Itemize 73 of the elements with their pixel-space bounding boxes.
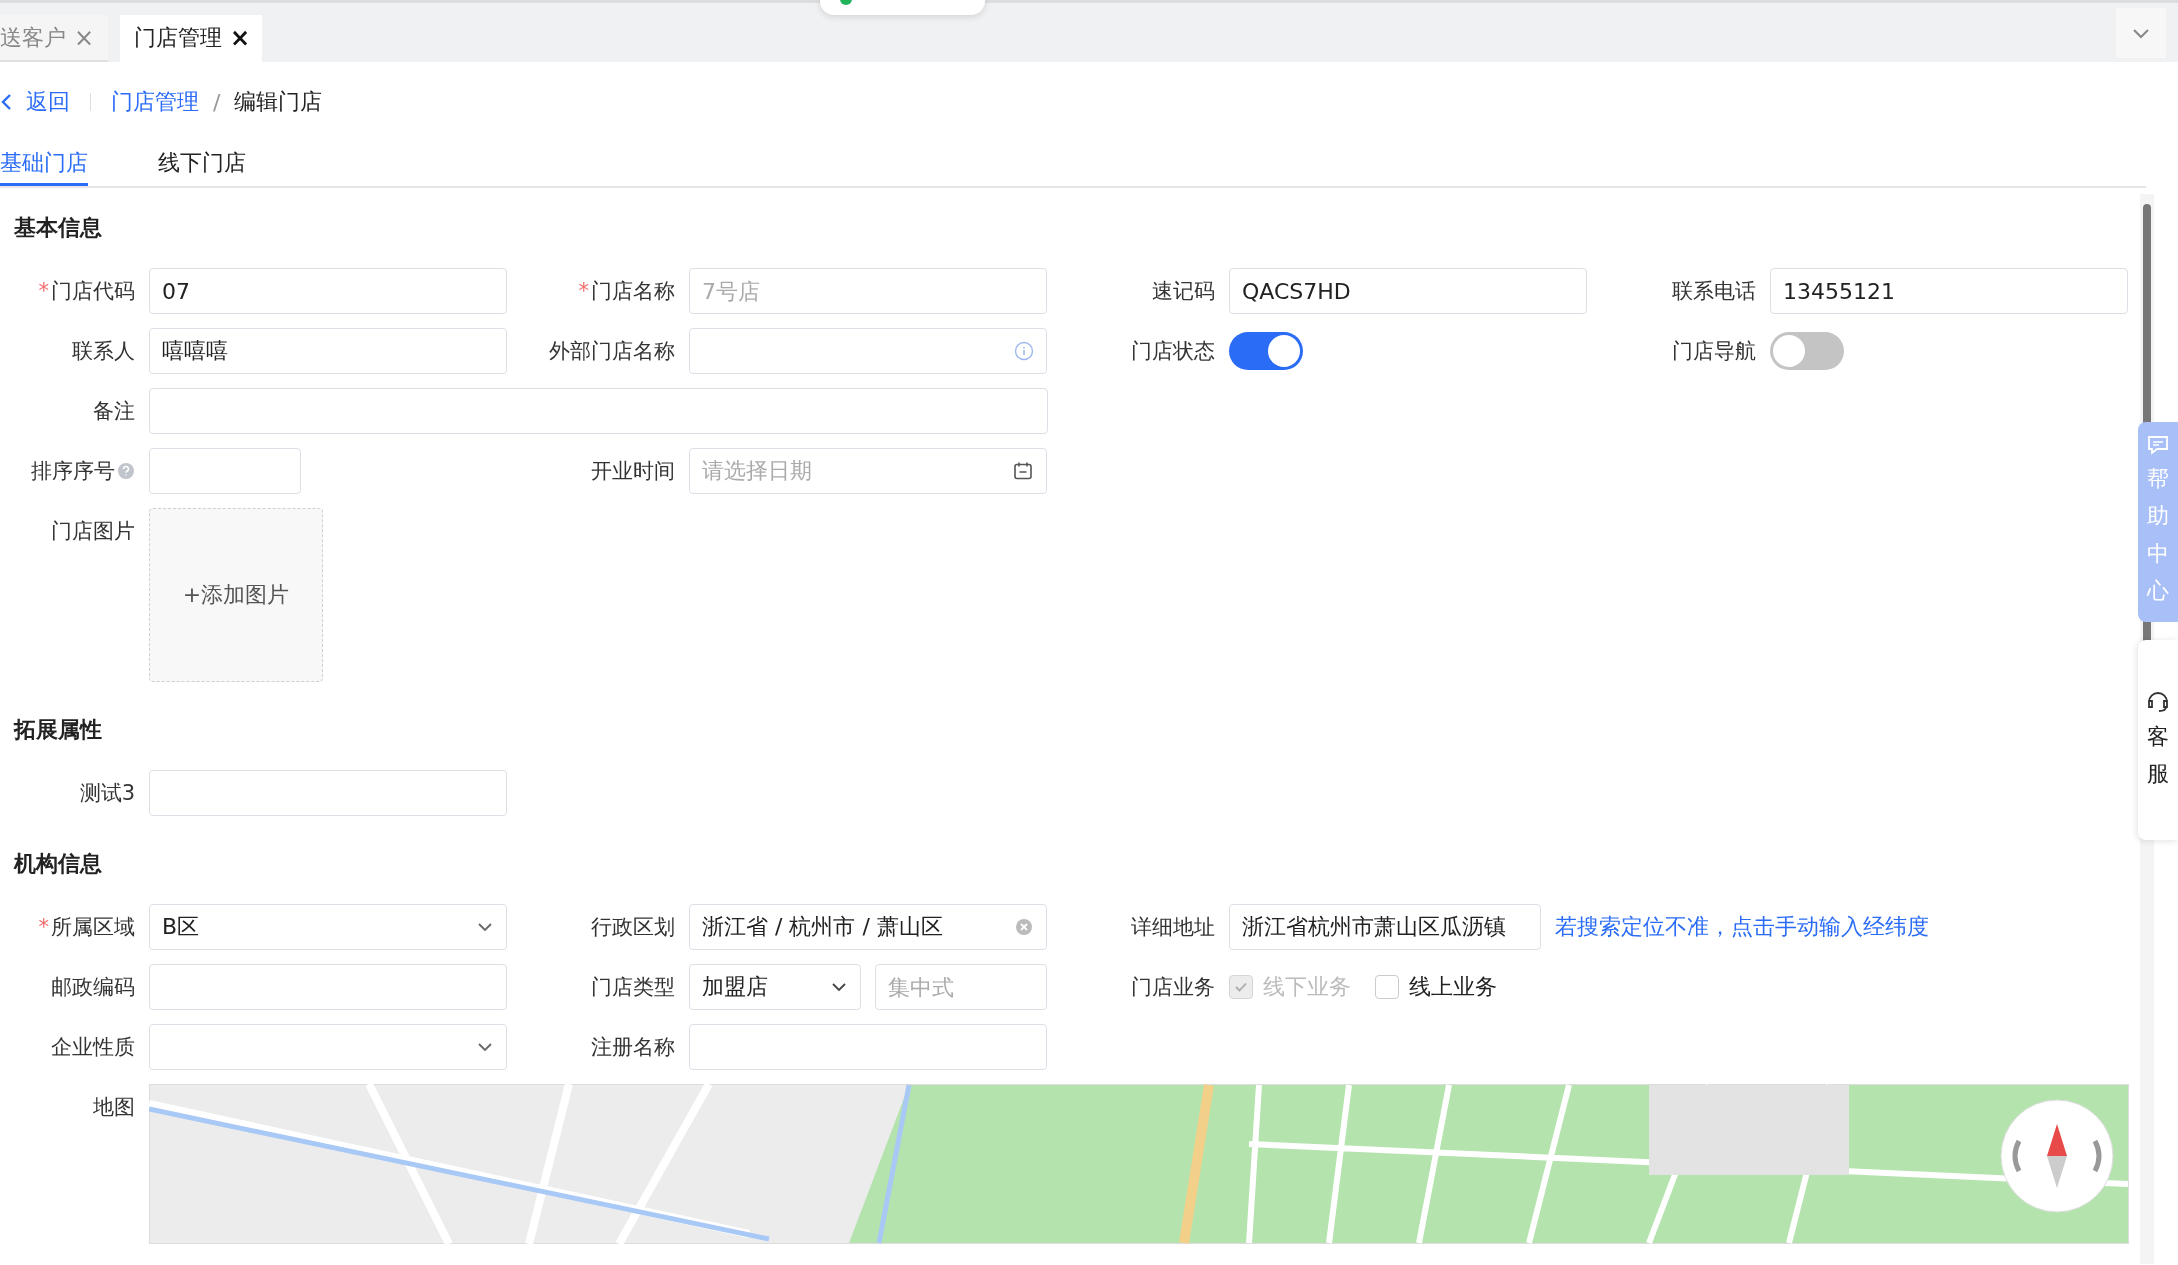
- select-field[interactable]: 加盟店: [689, 964, 861, 1010]
- close-icon[interactable]: ×: [230, 23, 251, 52]
- chevron-left-icon: [0, 93, 12, 111]
- field-label: 门店名称: [591, 278, 675, 305]
- back-link[interactable]: 返回: [0, 87, 70, 117]
- field-label: 门店图片: [51, 518, 135, 545]
- field-label: 门店类型: [591, 974, 675, 1001]
- required-mark: *: [38, 915, 49, 939]
- region-select[interactable]: 浙江省 / 杭州市 / 萧山区: [689, 904, 1047, 950]
- chat-icon: [2146, 434, 2170, 456]
- field-label: 详细地址: [1131, 914, 1215, 941]
- field-label: 开业时间: [591, 458, 675, 485]
- text-field[interactable]: 嘻嘻嘻: [149, 328, 507, 374]
- text-field[interactable]: [149, 770, 507, 816]
- text-field[interactable]: [149, 448, 301, 494]
- text-field[interactable]: 13455121: [1770, 268, 2128, 314]
- customer-service-tab[interactable]: 客服: [2138, 640, 2178, 840]
- compass-icon[interactable]: [1997, 1096, 2117, 1216]
- page-tab[interactable]: 门店管理 ×: [120, 15, 263, 62]
- chevron-down-icon: [2132, 27, 2150, 39]
- form-tab[interactable]: 线下门店: [158, 142, 246, 186]
- toggle-switch[interactable]: [1229, 332, 1303, 370]
- checkbox-option[interactable]: 线上业务: [1375, 972, 1497, 1002]
- text-field[interactable]: [689, 328, 1047, 374]
- field-label: 速记码: [1152, 278, 1215, 305]
- required-mark: *: [578, 279, 589, 303]
- field-label: 门店代码: [51, 278, 135, 305]
- text-field[interactable]: 07: [149, 268, 507, 314]
- clear-icon[interactable]: [1014, 917, 1034, 937]
- info-icon: [1014, 341, 1034, 361]
- tab-dropdown-button[interactable]: [2116, 8, 2166, 58]
- breadcrumb-link[interactable]: 门店管理: [111, 87, 199, 117]
- form-tab[interactable]: 基础门店: [0, 142, 88, 186]
- select-field[interactable]: B区: [149, 904, 507, 950]
- field-label: 地图: [93, 1094, 135, 1121]
- calendar-icon: [1012, 460, 1034, 482]
- field-label: 备注: [93, 398, 135, 425]
- help-icon[interactable]: [117, 462, 135, 480]
- text-field[interactable]: 集中式: [875, 964, 1047, 1010]
- breadcrumb-current: 编辑门店: [234, 88, 323, 116]
- field-label: 企业性质: [51, 1034, 135, 1061]
- address-field[interactable]: 浙江省杭州市萧山区瓜沥镇: [1229, 904, 1541, 950]
- breadcrumb-separator: /: [213, 89, 221, 115]
- field-label: 联系人: [72, 338, 135, 365]
- field-label: 所属区域: [51, 914, 135, 941]
- select-field[interactable]: [149, 1024, 507, 1070]
- text-field[interactable]: QACS7HD: [1229, 268, 1587, 314]
- section-title: 拓展属性: [14, 716, 103, 744]
- field-label: 行政区划: [591, 914, 675, 941]
- text-field[interactable]: [149, 964, 507, 1010]
- field-label: 测试3: [79, 780, 135, 807]
- field-label: 排序序号: [31, 458, 115, 485]
- text-field[interactable]: [689, 1024, 1047, 1070]
- text-field[interactable]: 7号店: [689, 268, 1047, 314]
- field-label: 联系电话: [1672, 278, 1756, 305]
- manual-coordinates-link[interactable]: 若搜索定位不准，点击手动输入经纬度: [1555, 912, 1929, 942]
- field-label: 门店业务: [1131, 974, 1215, 1001]
- toggle-switch[interactable]: [1770, 332, 1844, 370]
- section-title: 机构信息: [14, 850, 103, 878]
- text-field[interactable]: [149, 388, 1048, 434]
- field-label: 外部门店名称: [549, 338, 675, 365]
- field-label: 注册名称: [591, 1034, 675, 1061]
- chevron-down-icon: [476, 921, 494, 933]
- section-title: 基本信息: [14, 214, 103, 242]
- map-placeholder[interactable]: [149, 1084, 2129, 1244]
- field-label: 门店状态: [1131, 338, 1215, 365]
- checkbox[interactable]: [1375, 975, 1399, 999]
- field-label: 门店导航: [1672, 338, 1756, 365]
- chevron-down-icon: [830, 981, 848, 993]
- required-mark: *: [38, 279, 49, 303]
- add-image-button[interactable]: +添加图片: [149, 508, 323, 682]
- field-label: 邮政编码: [51, 974, 135, 1001]
- chevron-down-icon: [476, 1041, 494, 1053]
